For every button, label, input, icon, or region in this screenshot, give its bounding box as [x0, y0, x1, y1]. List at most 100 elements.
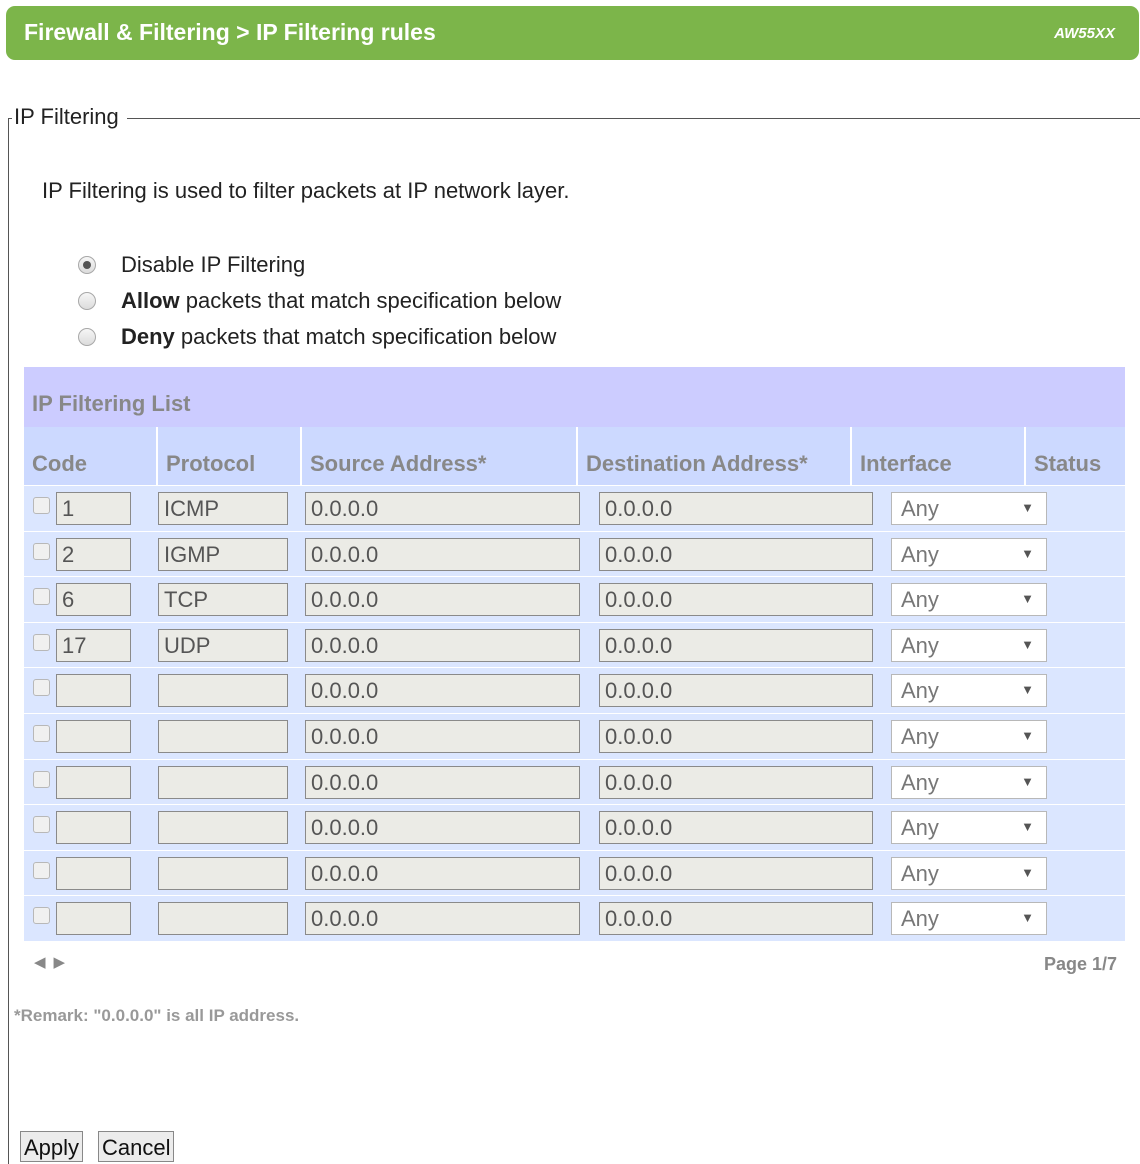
protocol-input[interactable]: [158, 856, 288, 890]
code-input[interactable]: [56, 856, 131, 890]
source-address-input[interactable]: 0.0.0.0: [305, 719, 580, 753]
row-checkbox[interactable]: [33, 633, 50, 651]
row-checkbox[interactable]: [33, 907, 50, 925]
table-row: 2 IGMP 0.0.0.0 0.0.0.0 Any ▼: [24, 530, 1125, 577]
status-cell: [1060, 805, 1125, 850]
destination-address-input[interactable]: 0.0.0.0: [599, 719, 873, 753]
code-input[interactable]: [56, 765, 131, 799]
source-address-input[interactable]: 0.0.0.0: [305, 811, 580, 845]
protocol-input[interactable]: [158, 674, 288, 708]
fieldset-border-top: [8, 118, 1140, 119]
row-checkbox[interactable]: [33, 679, 50, 697]
destination-address-input[interactable]: 0.0.0.0: [599, 537, 873, 571]
status-cell: [1060, 850, 1125, 896]
destination-address-input[interactable]: 0.0.0.0: [599, 674, 873, 708]
protocol-input[interactable]: UDP: [158, 628, 288, 662]
protocol-input[interactable]: [158, 765, 288, 799]
status-cell: [1060, 713, 1125, 759]
protocol-input[interactable]: [158, 719, 288, 753]
radio-button[interactable]: [78, 328, 96, 346]
page-title: Firewall & Filtering > IP Filtering rule…: [24, 19, 436, 45]
protocol-input[interactable]: [158, 902, 288, 936]
table-header: Code Protocol Source Address* Destinatio…: [24, 427, 1125, 485]
dropdown-arrow-icon: ▼: [1021, 636, 1034, 652]
interface-select[interactable]: Any ▼: [891, 765, 1047, 799]
row-checkbox[interactable]: [33, 542, 50, 560]
source-address-input[interactable]: 0.0.0.0: [305, 537, 580, 571]
dropdown-arrow-icon: ▼: [1021, 819, 1034, 835]
interface-select[interactable]: Any ▼: [891, 537, 1047, 571]
interface-select[interactable]: Any ▼: [891, 583, 1047, 617]
source-address-input[interactable]: 0.0.0.0: [305, 856, 580, 890]
interface-select[interactable]: Any ▼: [891, 628, 1047, 662]
page-indicator: Page 1/7: [1043, 954, 1117, 974]
status-cell: [1060, 622, 1125, 668]
protocol-input[interactable]: TCP: [158, 583, 288, 617]
destination-address-input[interactable]: 0.0.0.0: [599, 492, 873, 525]
source-address-input[interactable]: 0.0.0.0: [305, 492, 580, 525]
row-checkbox[interactable]: [33, 770, 50, 788]
interface-select-value: Any: [901, 496, 939, 521]
radio-button[interactable]: [78, 292, 96, 310]
protocol-input[interactable]: [158, 811, 288, 845]
column-header-code: Code: [24, 427, 158, 485]
cancel-button[interactable]: Cancel: [98, 1131, 175, 1162]
dropdown-arrow-icon: ▼: [1021, 591, 1034, 607]
interface-select[interactable]: Any ▼: [891, 902, 1047, 936]
radio-option-allow[interactable]: Allow packets that match specification b…: [78, 287, 561, 315]
row-checkbox[interactable]: [33, 816, 50, 834]
table-row: 0.0.0.0 0.0.0.0 Any ▼: [24, 849, 1125, 896]
radio-option-disable[interactable]: Disable IP Filtering: [78, 251, 305, 279]
table-row: 0.0.0.0 0.0.0.0 Any ▼: [24, 758, 1125, 805]
code-input[interactable]: [56, 811, 131, 845]
destination-address-input[interactable]: 0.0.0.0: [599, 856, 873, 890]
destination-address-input[interactable]: 0.0.0.0: [599, 628, 873, 662]
triangle-right-icon[interactable]: ▶: [54, 954, 74, 971]
table-row: 1 ICMP 0.0.0.0 0.0.0.0 Any ▼: [24, 485, 1125, 531]
source-address-input[interactable]: 0.0.0.0: [305, 765, 580, 799]
fieldset-legend: IP Filtering: [12, 104, 127, 130]
source-address-input[interactable]: 0.0.0.0: [305, 583, 580, 617]
source-address-input[interactable]: 0.0.0.0: [305, 674, 580, 708]
source-address-input[interactable]: 0.0.0.0: [305, 902, 580, 936]
status-cell: [1060, 486, 1125, 531]
interface-select[interactable]: Any ▼: [891, 811, 1047, 845]
radio-option-deny[interactable]: Deny packets that match specification be…: [78, 323, 556, 351]
dropdown-arrow-icon: ▼: [1021, 864, 1034, 880]
destination-address-input[interactable]: 0.0.0.0: [599, 765, 873, 799]
table-row: 17 UDP 0.0.0.0 0.0.0.0 Any ▼: [24, 621, 1125, 668]
interface-select[interactable]: Any ▼: [891, 674, 1047, 708]
code-input[interactable]: 6: [56, 583, 131, 617]
destination-address-input[interactable]: 0.0.0.0: [599, 902, 873, 936]
code-input[interactable]: 2: [56, 537, 131, 571]
code-input[interactable]: 17: [56, 628, 131, 662]
row-checkbox[interactable]: [33, 588, 50, 606]
code-input[interactable]: [56, 902, 131, 936]
column-header-protocol: Protocol: [158, 427, 302, 485]
interface-select[interactable]: Any ▼: [891, 719, 1047, 753]
protocol-input[interactable]: ICMP: [158, 492, 288, 525]
destination-address-input[interactable]: 0.0.0.0: [599, 811, 873, 845]
column-header-source: Source Address*: [302, 427, 578, 485]
column-header-destination: Destination Address*: [578, 427, 852, 485]
apply-button[interactable]: Apply: [20, 1131, 84, 1162]
model-label: AW55XX: [1054, 25, 1115, 42]
status-cell: [1060, 759, 1125, 805]
protocol-input[interactable]: IGMP: [158, 537, 288, 571]
table-row: 0.0.0.0 0.0.0.0 Any ▼: [24, 667, 1125, 713]
code-input[interactable]: [56, 674, 131, 708]
row-checkbox[interactable]: [33, 497, 50, 514]
destination-address-input[interactable]: 0.0.0.0: [599, 583, 873, 617]
status-cell: [1060, 577, 1125, 622]
radio-button[interactable]: [78, 256, 96, 274]
radio-label: Disable IP Filtering: [121, 252, 306, 277]
interface-select[interactable]: Any ▼: [891, 856, 1047, 890]
row-checkbox[interactable]: [33, 861, 50, 879]
interface-select[interactable]: Any ▼: [891, 492, 1047, 525]
row-checkbox[interactable]: [33, 724, 50, 742]
source-address-input[interactable]: 0.0.0.0: [305, 628, 580, 662]
triangle-left-icon[interactable]: ◀: [34, 954, 54, 971]
dropdown-arrow-icon: ▼: [1021, 545, 1034, 561]
code-input[interactable]: [56, 719, 131, 753]
code-input[interactable]: 1: [56, 492, 131, 525]
